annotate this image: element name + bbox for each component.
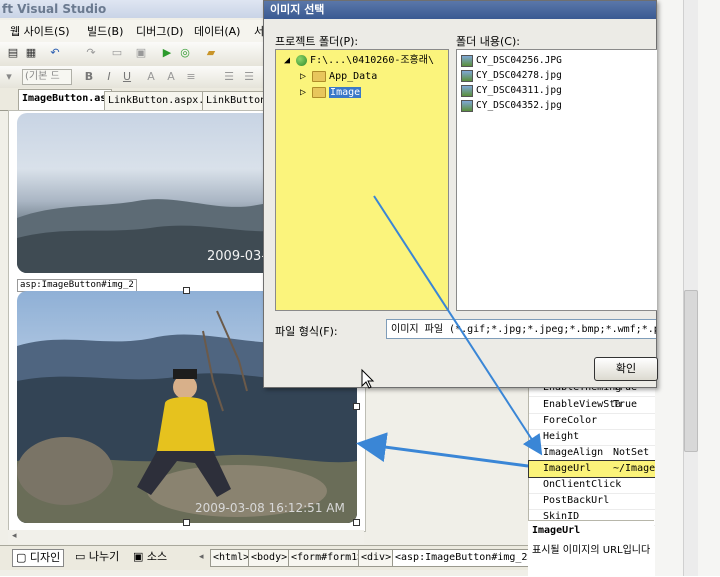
arrow-folder-to-imageurl bbox=[373, 195, 543, 456]
arrow-imageurl-to-image bbox=[356, 432, 529, 468]
annotation-arrows bbox=[356, 195, 543, 468]
mouse-cursor-icon bbox=[361, 368, 375, 389]
